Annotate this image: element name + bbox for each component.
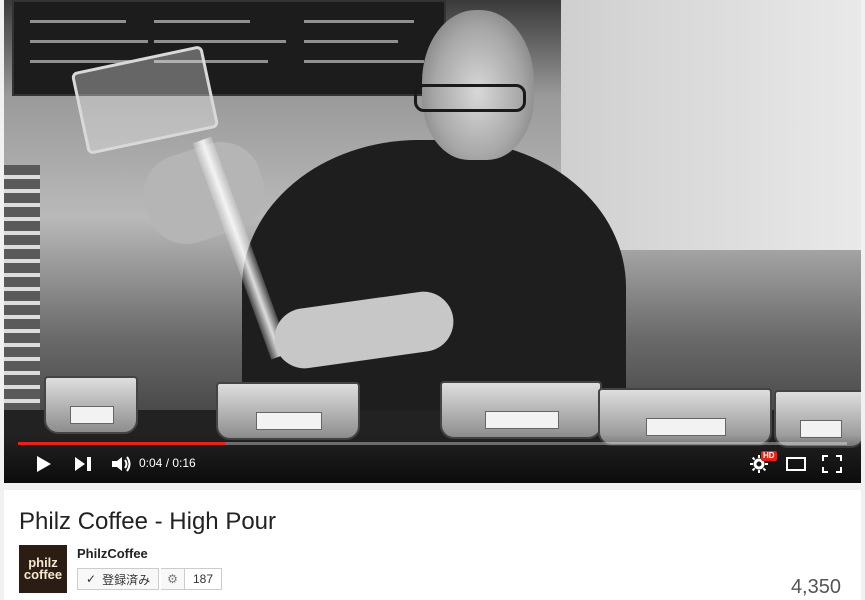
video-pot [440, 381, 602, 439]
video-info-panel: Philz Coffee - High Pour philz coffee Ph… [4, 490, 861, 600]
next-icon [75, 457, 91, 471]
hd-badge: HD [761, 451, 777, 461]
subscribe-label: 登録済み [102, 572, 151, 587]
video-progress-bar[interactable] [18, 442, 847, 445]
fullscreen-button[interactable] [818, 452, 846, 476]
theater-mode-button[interactable] [782, 452, 810, 476]
theater-mode-icon [786, 457, 806, 471]
channel-logo: philz coffee [23, 556, 63, 582]
volume-button[interactable] [110, 452, 134, 476]
view-count: 4,350 [790, 576, 841, 598]
logo-text-2: coffee [23, 567, 63, 582]
play-icon [37, 456, 51, 472]
check-icon: ✓ [86, 572, 97, 586]
fullscreen-icon [822, 455, 842, 473]
video-time-display: 0:04 / 0:16 [139, 456, 196, 470]
video-pot [44, 376, 138, 434]
gear-icon: ⚙ [167, 572, 178, 586]
video-progress-fill [18, 442, 226, 445]
channel-name[interactable]: PhilzCoffee [77, 546, 148, 561]
subscriber-count: 187 [185, 568, 223, 590]
video-pot [216, 382, 360, 440]
video-person-glasses [414, 84, 526, 112]
volume-icon [112, 456, 131, 472]
video-frame[interactable] [4, 0, 861, 483]
channel-avatar[interactable]: philz coffee [19, 545, 67, 593]
video-pot-label [484, 411, 560, 429]
video-player[interactable]: 0:04 / 0:16 HD [4, 0, 861, 483]
video-cups-stack [4, 165, 40, 435]
play-button[interactable] [32, 452, 56, 476]
video-pot-label [70, 406, 114, 424]
video-pot-label [255, 412, 323, 430]
video-title: Philz Coffee - High Pour [19, 508, 277, 535]
subscribe-button[interactable]: ✓ 登録済み [77, 568, 160, 590]
video-background-wall [561, 0, 861, 250]
next-button[interactable] [72, 452, 96, 476]
subscription-settings-button[interactable]: ⚙ [161, 568, 185, 590]
video-pot-label [645, 418, 727, 436]
